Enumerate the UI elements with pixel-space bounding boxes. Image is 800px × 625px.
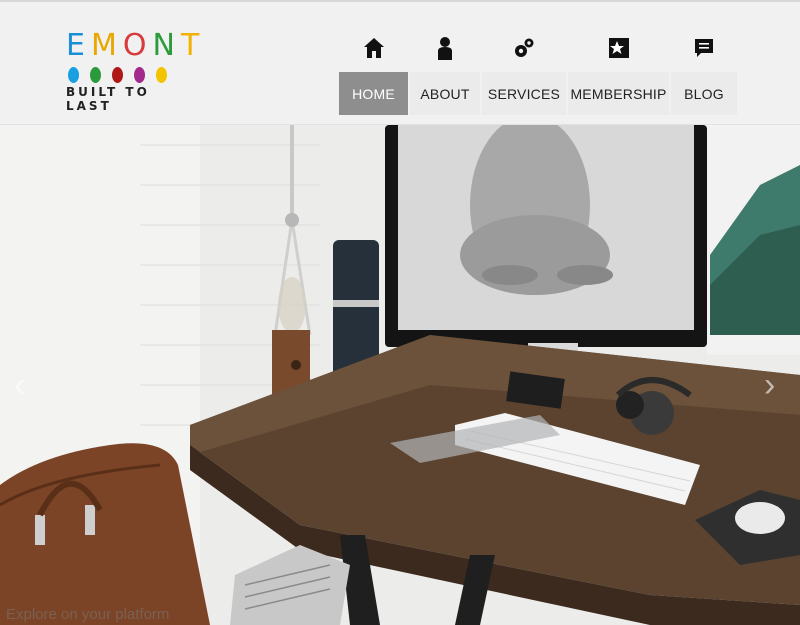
logo-dot: [156, 67, 167, 83]
logo-letter: M: [90, 28, 118, 63]
slider-next-button[interactable]: ›: [764, 365, 786, 405]
logo-letter: E: [66, 28, 86, 63]
logo-letter: T: [180, 28, 201, 63]
logo-letter: N: [152, 28, 176, 63]
nav-item-membership[interactable]: MEMBERSHIP: [568, 36, 669, 115]
star-card-icon: [608, 38, 629, 58]
logo-dot: [112, 67, 123, 83]
slider-prev-button[interactable]: ‹: [14, 365, 36, 405]
logo-dot: [134, 67, 145, 83]
hero-slider: ‹ › Explore on your platform: [0, 125, 800, 625]
nav-label-home: HOME: [339, 72, 408, 115]
chat-icon: [695, 39, 713, 57]
nav-item-services[interactable]: SERVICES: [482, 36, 566, 115]
hero-caption: Explore on your platform: [6, 606, 170, 623]
nav-label-about: ABOUT: [410, 72, 480, 115]
chevron-left-icon: ‹: [14, 366, 26, 404]
hero-image: [0, 125, 800, 625]
nav-item-home[interactable]: HOME: [339, 36, 408, 115]
logo-letter: O: [122, 28, 148, 63]
site-logo[interactable]: EMONT BUILT TO LAST: [66, 28, 199, 113]
home-icon: [363, 38, 384, 58]
nav-label-membership: MEMBERSHIP: [568, 72, 669, 115]
chevron-right-icon: ›: [764, 366, 776, 404]
logo-wordmark: EMONT: [66, 28, 199, 63]
nav-label-services: SERVICES: [482, 72, 566, 115]
logo-tagline: BUILT TO LAST: [66, 85, 150, 113]
logo-dot: [90, 67, 101, 83]
logo-dots: [68, 67, 186, 83]
logo-dot: [68, 67, 79, 83]
nav-item-about[interactable]: ABOUT: [410, 36, 480, 115]
nav-label-blog: BLOG: [671, 72, 737, 115]
user-icon: [438, 37, 452, 60]
nav-item-blog[interactable]: BLOG: [671, 36, 737, 115]
site-header: EMONT BUILT TO LAST HOME ABOUT SERVICES …: [0, 0, 800, 125]
gears-icon: [515, 38, 534, 57]
